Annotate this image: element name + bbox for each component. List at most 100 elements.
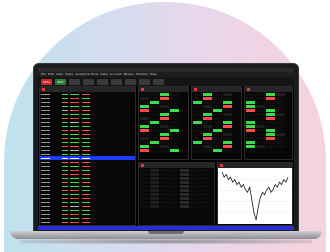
depth-cell [160, 121, 169, 124]
laptop-shadow [20, 239, 312, 244]
depth-cell [160, 173, 169, 176]
depth-cell [193, 101, 202, 104]
depth-cell [150, 117, 159, 120]
depth-cell [246, 129, 255, 132]
depth-cell [150, 109, 159, 112]
panel-close-icon[interactable] [194, 87, 197, 91]
depth-cell [200, 193, 209, 196]
depth-cell [140, 197, 149, 200]
depth-cell [170, 173, 179, 176]
depth-cell [223, 125, 232, 128]
depth-cell [160, 93, 169, 96]
depth-grid [192, 92, 241, 153]
depth-cell [266, 105, 275, 108]
depth-cell [223, 141, 232, 144]
depth-cell [246, 145, 255, 148]
chart-panel [217, 162, 293, 226]
depth-cell [266, 141, 275, 144]
depth-cell [150, 173, 159, 176]
depth-cell [213, 105, 222, 108]
watchlist-panel [39, 86, 136, 226]
panel-close-icon[interactable] [42, 87, 45, 91]
status-bar [38, 226, 294, 230]
market-depth-panel-3 [244, 86, 293, 160]
depth-cell [266, 97, 275, 100]
depth-cell [276, 113, 285, 116]
depth-cell [140, 205, 149, 208]
depth-cell [213, 113, 222, 116]
depth-cell [193, 141, 202, 144]
panel-close-icon[interactable] [141, 87, 144, 91]
depth-cell [193, 117, 202, 120]
depth-cell [150, 169, 159, 172]
depth-cell [160, 97, 169, 100]
panel-close-icon[interactable] [220, 163, 223, 167]
depth-cell [150, 137, 159, 140]
depth-cell [276, 133, 285, 136]
toolbar-button[interactable] [139, 78, 151, 85]
depth-cell [140, 185, 149, 188]
depth-cell [170, 117, 179, 120]
depth-cell [246, 137, 255, 140]
depth-cell [203, 137, 212, 140]
depth-cell [200, 205, 209, 208]
depth-cell [180, 201, 189, 204]
depth-cell [193, 133, 202, 136]
depth-cell [140, 189, 149, 192]
depth-cell [193, 93, 202, 96]
buy-button[interactable]: BUY [55, 78, 67, 85]
depth-cell [190, 169, 199, 172]
depth-cell [223, 97, 232, 100]
depth-cell [160, 193, 169, 196]
depth-cell [180, 177, 189, 180]
depth-cell [203, 113, 212, 116]
depth-cell [160, 185, 169, 188]
depth-cell [246, 97, 255, 100]
panel-close-icon[interactable] [247, 87, 250, 91]
toolbar: SELL BUY [38, 77, 294, 86]
depth-cell [246, 117, 255, 120]
depth-cell [160, 197, 169, 200]
depth-cell [256, 125, 265, 128]
depth-cell [266, 93, 275, 96]
depth-cell [140, 193, 149, 196]
depth-cell [276, 101, 285, 104]
depth-cell [160, 169, 169, 172]
depth-cell [160, 181, 169, 184]
depth-cell [160, 177, 169, 180]
depth-cell [246, 113, 255, 116]
panel-close-icon[interactable] [141, 163, 144, 167]
depth-cell [193, 137, 202, 140]
toolbar-button[interactable] [111, 78, 123, 85]
depth-grid [245, 92, 292, 149]
depth-cell [170, 177, 179, 180]
depth-cell [266, 121, 275, 124]
toolbar-button[interactable] [125, 78, 137, 85]
depth-cell [246, 93, 255, 96]
depth-cell [193, 125, 202, 128]
depth-cell [276, 109, 285, 112]
depth-cell [193, 109, 202, 112]
toolbar-button[interactable] [83, 78, 95, 85]
toolbar-button[interactable] [97, 78, 109, 85]
depth-cell [170, 125, 179, 128]
depth-cell [276, 117, 285, 120]
toolbar-button[interactable] [153, 78, 165, 85]
depth-cell [256, 137, 265, 140]
depth-cell [246, 141, 255, 144]
depth-cell [170, 97, 179, 100]
depth-cell [193, 113, 202, 116]
depth-cell [200, 177, 209, 180]
depth-cell [150, 193, 159, 196]
depth-cell [160, 201, 169, 204]
depth-cell [140, 173, 149, 176]
sell-button[interactable]: SELL [41, 78, 53, 85]
toolbar-button[interactable] [69, 78, 81, 85]
depth-cell [266, 137, 275, 140]
depth-cell [223, 137, 232, 140]
depth-cell [203, 149, 212, 152]
depth-cell [246, 101, 255, 104]
depth-cell [140, 113, 149, 116]
depth-cell [150, 201, 159, 204]
depth-cell [170, 121, 179, 124]
